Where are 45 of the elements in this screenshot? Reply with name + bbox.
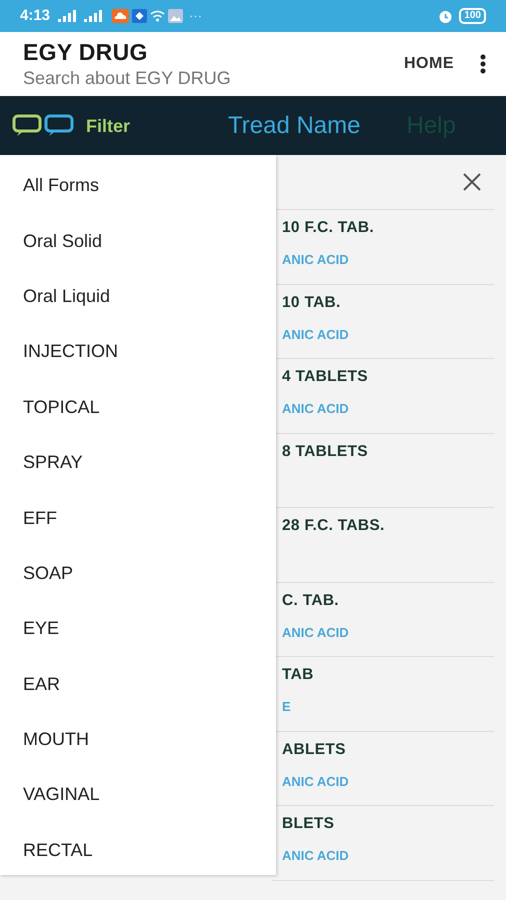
menu-item[interactable]: EAR bbox=[0, 656, 276, 712]
drug-name[interactable]: BLETS bbox=[282, 812, 494, 846]
active-ingredient: ANIC ACID bbox=[282, 326, 350, 344]
active-ingredient: ANIC ACID bbox=[282, 847, 350, 865]
chat-bubbles-icon bbox=[12, 114, 74, 138]
alarm-icon bbox=[438, 8, 454, 24]
active-ingredient: E bbox=[282, 698, 292, 716]
menu-item[interactable]: RECTAL bbox=[0, 822, 276, 878]
drug-name[interactable]: ABLETS bbox=[282, 738, 494, 772]
filter-button[interactable]: Filter bbox=[12, 112, 212, 140]
menu-item[interactable]: All Forms bbox=[0, 158, 276, 214]
menu-item[interactable]: SOAP bbox=[0, 546, 276, 602]
cloud-app-icon bbox=[112, 9, 130, 23]
active-ingredient: ANIC ACID bbox=[282, 400, 350, 418]
drug-name[interactable]: 10 TAB. bbox=[282, 290, 494, 324]
drug-name[interactable]: 4 TABLETS bbox=[282, 365, 494, 399]
menu-item[interactable]: Oral Liquid bbox=[0, 268, 276, 324]
close-icon[interactable] bbox=[462, 172, 482, 192]
app-subtitle: Search about EGY DRUG bbox=[23, 67, 232, 90]
menu-item[interactable]: Oral Solid bbox=[0, 213, 276, 269]
more-notifications: ··· bbox=[189, 7, 202, 26]
more-options-icon[interactable] bbox=[480, 54, 486, 74]
active-ingredient: ANIC ACID bbox=[282, 251, 350, 269]
drug-name[interactable]: TAB bbox=[282, 663, 494, 697]
image-app-icon bbox=[168, 9, 184, 23]
menu-item[interactable]: EFF bbox=[0, 490, 276, 546]
menu-item[interactable]: MOUTH bbox=[0, 712, 276, 768]
status-time: 4:13 bbox=[20, 6, 50, 26]
menu-item[interactable]: INJECTION bbox=[0, 324, 276, 380]
home-button[interactable]: HOME bbox=[404, 52, 454, 76]
app-title: EGY DRUG bbox=[23, 38, 149, 66]
menu-item[interactable]: SPRAY bbox=[0, 434, 276, 490]
drug-name[interactable]: 10 F.C. TAB. bbox=[282, 216, 494, 250]
menu-item[interactable]: TOPICAL bbox=[0, 380, 276, 435]
menu-item[interactable]: EYE bbox=[0, 601, 276, 657]
diamond-app-icon bbox=[132, 9, 148, 23]
drug-name[interactable]: 8 TABLETS bbox=[282, 440, 494, 474]
wifi-app-icon bbox=[150, 10, 166, 22]
battery-indicator: 100 bbox=[459, 8, 486, 24]
active-ingredient: ANIC ACID bbox=[282, 624, 350, 642]
tab[interactable]: Tread Name bbox=[228, 108, 360, 144]
drug-name[interactable]: C. TAB. bbox=[282, 588, 494, 622]
active-ingredient: ANIC ACID bbox=[282, 772, 350, 790]
menu-item[interactable]: VAGINAL bbox=[0, 767, 276, 823]
drug-name[interactable]: 28 F.C. TABS. bbox=[282, 514, 494, 548]
